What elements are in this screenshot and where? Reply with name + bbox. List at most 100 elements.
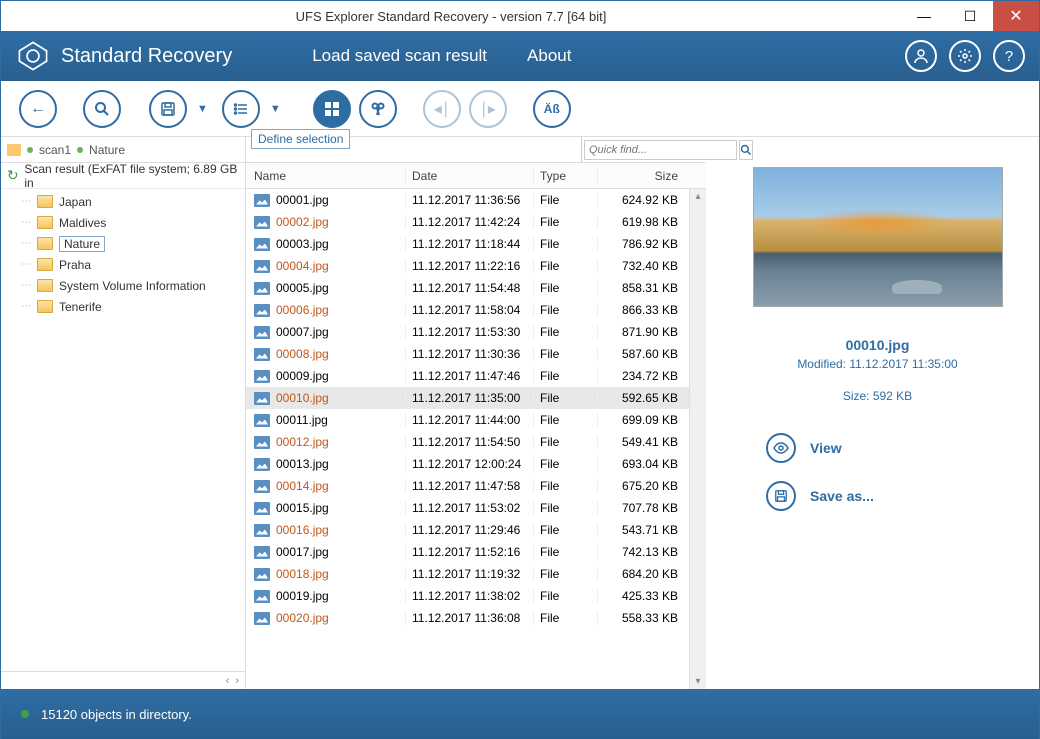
find-button[interactable] [359, 90, 397, 128]
scroll-right-icon[interactable]: › [235, 675, 239, 687]
file-list: 00001.jpg11.12.2017 11:36:56File624.92 K… [246, 189, 706, 689]
breadcrumb-item[interactable]: scan1 [39, 143, 71, 157]
view-button[interactable]: View [766, 433, 874, 463]
breadcrumb[interactable]: scan1 Nature [1, 137, 245, 163]
preview-actions: View Save as... [766, 433, 874, 529]
file-row[interactable]: 00001.jpg11.12.2017 11:36:56File624.92 K… [246, 189, 706, 211]
tree-item[interactable]: ⋯Praha [1, 254, 245, 275]
file-row[interactable]: 00009.jpg11.12.2017 11:47:46File234.72 K… [246, 365, 706, 387]
tree-item-label: Tenerife [59, 300, 102, 314]
file-row[interactable]: 00006.jpg11.12.2017 11:58:04File866.33 K… [246, 299, 706, 321]
prev-button[interactable]: ◂∣ [423, 90, 461, 128]
file-list-scrollbar[interactable]: ▴ ▾ [689, 189, 706, 689]
file-name: 00006.jpg [276, 303, 329, 317]
search-button[interactable] [83, 90, 121, 128]
column-date[interactable]: Date [406, 169, 534, 183]
save-dropdown-caret[interactable]: ▼ [197, 103, 208, 115]
preview-thumbnail [753, 167, 1003, 307]
minimize-button[interactable]: — [901, 1, 947, 31]
breadcrumb-item[interactable]: Nature [89, 143, 125, 157]
help-icon[interactable]: ? [993, 40, 1025, 72]
file-row[interactable]: 00013.jpg11.12.2017 12:00:24File693.04 K… [246, 453, 706, 475]
file-date: 11.12.2017 11:54:48 [406, 281, 534, 295]
next-button[interactable]: ∣▸ [469, 90, 507, 128]
save-button[interactable] [149, 90, 187, 128]
back-button[interactable]: ← [19, 90, 57, 128]
tree-item[interactable]: ⋯Maldives [1, 212, 245, 233]
file-row[interactable]: 00005.jpg11.12.2017 11:54:48File858.31 K… [246, 277, 706, 299]
file-date: 11.12.2017 11:35:00 [406, 391, 534, 405]
tree-item-label: Praha [59, 258, 91, 272]
save-as-button[interactable]: Save as... [766, 481, 874, 511]
file-row[interactable]: 00020.jpg11.12.2017 11:36:08File558.33 K… [246, 607, 706, 629]
close-button[interactable]: ✕ [993, 1, 1039, 31]
scan-result-label: Scan result (ExFAT file system; 6.89 GB … [24, 162, 241, 190]
menu-about[interactable]: About [527, 46, 571, 66]
column-size[interactable]: Size [598, 169, 688, 183]
file-row[interactable]: 00002.jpg11.12.2017 11:42:24File619.98 K… [246, 211, 706, 233]
column-name[interactable]: Name [246, 169, 406, 183]
scroll-up-icon[interactable]: ▴ [695, 191, 700, 202]
preview-pane: 00010.jpg Modified: 11.12.2017 11:35:00 … [706, 137, 1039, 689]
list-dropdown-caret[interactable]: ▼ [270, 103, 281, 115]
file-name: 00015.jpg [276, 501, 329, 515]
list-options-button[interactable] [222, 90, 260, 128]
file-date: 11.12.2017 11:47:46 [406, 369, 534, 383]
tree-horizontal-scrollbar[interactable]: ‹ › [1, 671, 245, 689]
file-row[interactable]: 00004.jpg11.12.2017 11:22:16File732.40 K… [246, 255, 706, 277]
file-row[interactable]: 00017.jpg11.12.2017 11:52:16File742.13 K… [246, 541, 706, 563]
settings-icon[interactable] [949, 40, 981, 72]
scroll-left-icon[interactable]: ‹ [226, 675, 230, 687]
file-type: File [534, 325, 598, 339]
breadcrumb-dot-icon [77, 147, 83, 153]
file-row[interactable]: 00008.jpg11.12.2017 11:30:36File587.60 K… [246, 343, 706, 365]
file-row[interactable]: 00019.jpg11.12.2017 11:38:02File425.33 K… [246, 585, 706, 607]
menu-load-saved[interactable]: Load saved scan result [312, 46, 487, 66]
file-row[interactable]: 00007.jpg11.12.2017 11:53:30File871.90 K… [246, 321, 706, 343]
file-date: 11.12.2017 11:29:46 [406, 523, 534, 537]
file-name: 00001.jpg [276, 193, 329, 207]
file-row[interactable]: 00016.jpg11.12.2017 11:29:46File543.71 K… [246, 519, 706, 541]
file-size: 587.60 KB [598, 347, 688, 361]
column-type[interactable]: Type [534, 169, 598, 183]
toolbar: ← ▼ ▼ ◂∣ ∣▸ Äß Define selection [1, 81, 1039, 137]
file-size: 866.33 KB [598, 303, 688, 317]
menubar: Standard Recovery Load saved scan result… [1, 31, 1039, 81]
image-file-icon [254, 326, 270, 339]
tooltip-define-selection: Define selection [251, 129, 350, 149]
left-pane: scan1 Nature ↻ Scan result (ExFAT file s… [1, 137, 246, 689]
file-name: 00009.jpg [276, 369, 329, 383]
tree-item[interactable]: ⋯Japan [1, 191, 245, 212]
file-type: File [534, 215, 598, 229]
file-type: File [534, 523, 598, 537]
tree-item[interactable]: ⋯ Nature [1, 233, 245, 254]
file-size: 684.20 KB [598, 567, 688, 581]
file-name: 00008.jpg [276, 347, 329, 361]
file-row[interactable]: 00003.jpg11.12.2017 11:18:44File786.92 K… [246, 233, 706, 255]
file-row[interactable]: 00011.jpg11.12.2017 11:44:00File699.09 K… [246, 409, 706, 431]
file-row[interactable]: 00018.jpg11.12.2017 11:19:32File684.20 K… [246, 563, 706, 585]
file-type: File [534, 193, 598, 207]
file-size: 699.09 KB [598, 413, 688, 427]
file-row[interactable]: 00014.jpg11.12.2017 11:47:58File675.20 K… [246, 475, 706, 497]
file-row[interactable]: 00015.jpg11.12.2017 11:53:02File707.78 K… [246, 497, 706, 519]
file-row[interactable]: 00010.jpg11.12.2017 11:35:00File592.65 K… [246, 387, 706, 409]
tree-expand-icon: ⋯ [21, 238, 31, 249]
file-row[interactable]: 00012.jpg11.12.2017 11:54:50File549.41 K… [246, 431, 706, 453]
file-date: 11.12.2017 11:22:16 [406, 259, 534, 273]
scroll-down-icon[interactable]: ▾ [695, 676, 700, 687]
tree-item-label: Japan [59, 195, 92, 209]
scan-result-header[interactable]: ↻ Scan result (ExFAT file system; 6.89 G… [1, 163, 245, 189]
tree-item-label: System Volume Information [59, 279, 206, 293]
window-controls: — ☐ ✕ [901, 1, 1039, 31]
tree-item[interactable]: ⋯Tenerife [1, 296, 245, 317]
file-list-header: Name Date Type Size [246, 163, 706, 189]
user-icon[interactable] [905, 40, 937, 72]
file-name: 00018.jpg [276, 567, 329, 581]
tree-item-label: Nature [59, 236, 105, 252]
define-selection-button[interactable] [313, 90, 351, 128]
tree-item[interactable]: ⋯System Volume Information [1, 275, 245, 296]
encoding-button[interactable]: Äß [533, 90, 571, 128]
file-type: File [534, 259, 598, 273]
maximize-button[interactable]: ☐ [947, 1, 993, 31]
